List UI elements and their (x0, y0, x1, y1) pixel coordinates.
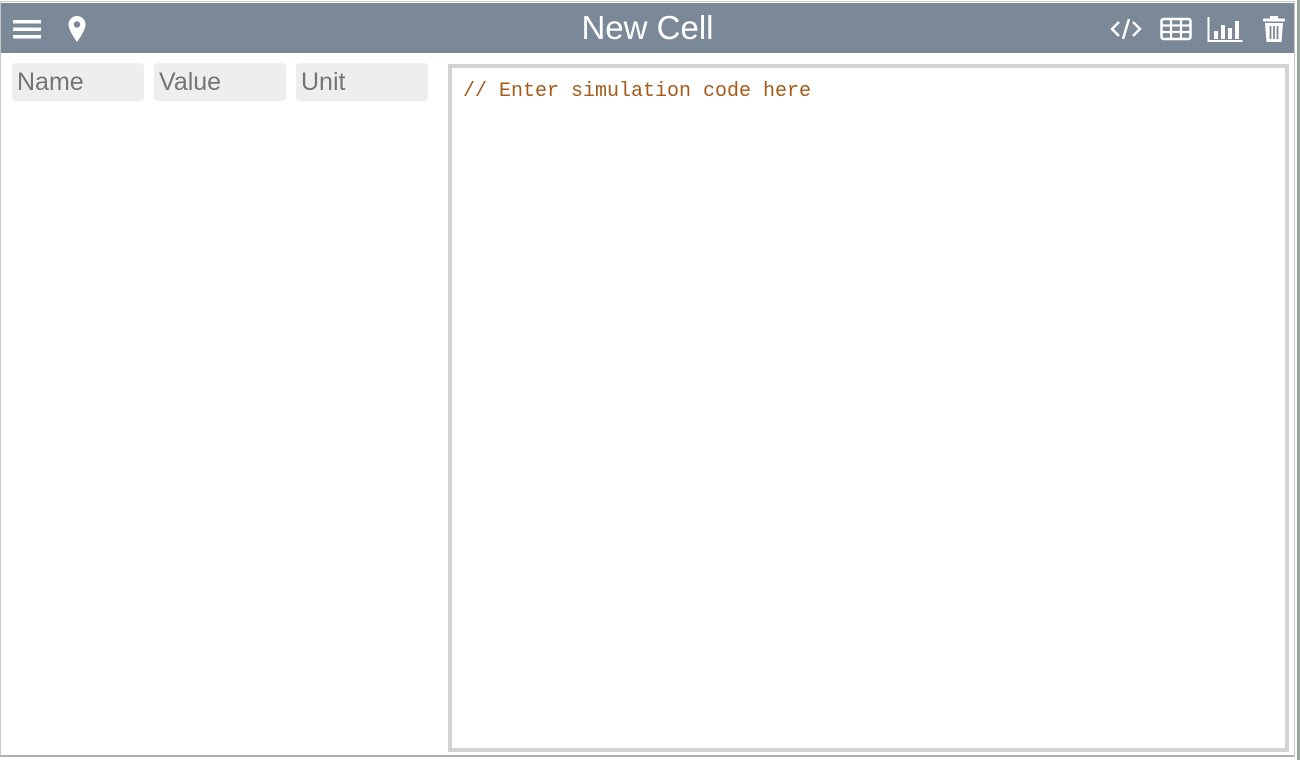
code-editor[interactable]: // Enter simulation code here (448, 64, 1289, 752)
menu-icon[interactable] (11, 15, 43, 43)
value-input[interactable] (154, 63, 286, 101)
trash-icon[interactable] (1258, 15, 1290, 43)
name-input[interactable] (12, 63, 144, 101)
cell-title[interactable]: New Cell (1, 3, 1294, 53)
table-icon[interactable] (1160, 15, 1192, 43)
cell-window: New Cell // Enter simulation code here (0, 1, 1295, 757)
code-comment: // Enter simulation code here (463, 80, 812, 103)
cell-header: New Cell (1, 3, 1294, 53)
map-pin-icon[interactable] (61, 15, 93, 43)
bar-chart-icon[interactable] (1207, 15, 1243, 43)
unit-input[interactable] (296, 63, 428, 101)
code-icon[interactable] (1110, 15, 1142, 43)
